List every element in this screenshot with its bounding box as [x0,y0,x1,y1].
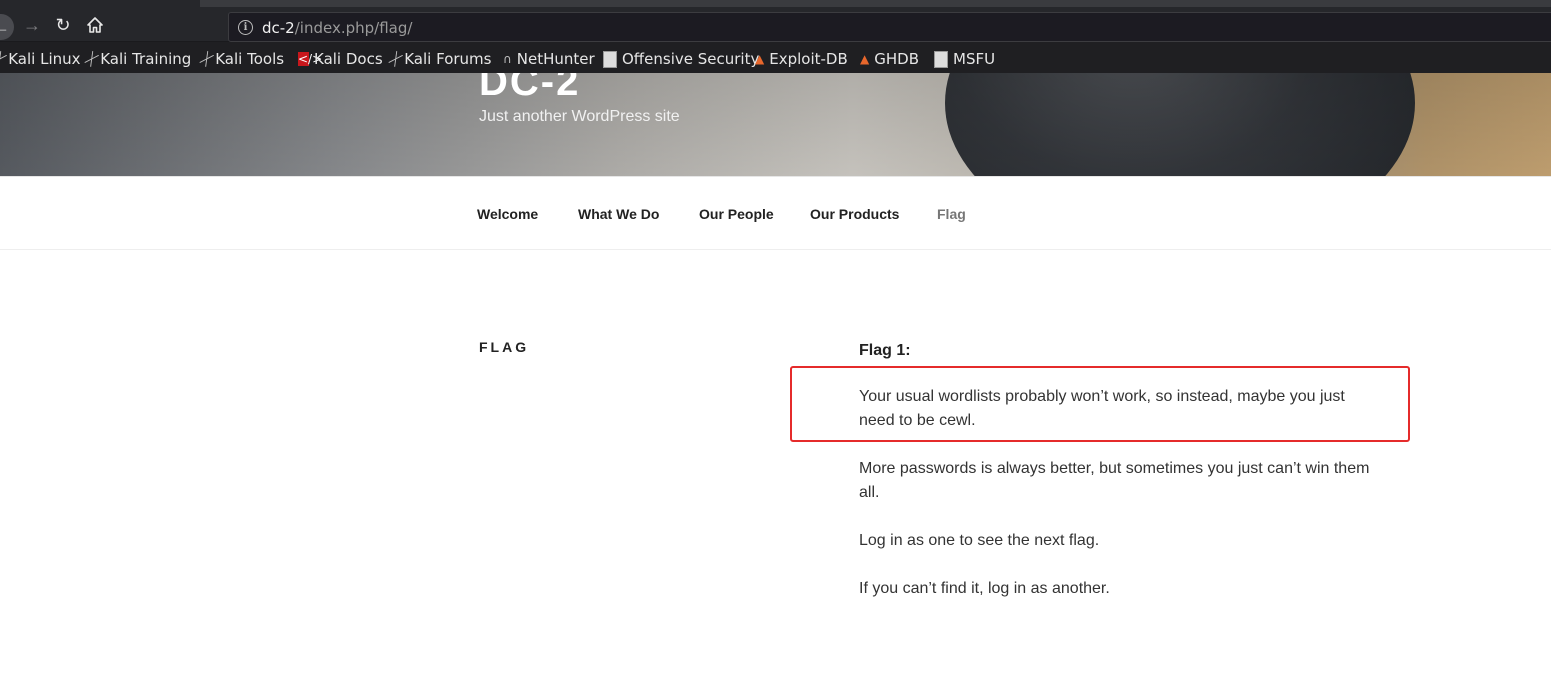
url-text[interactable]: dc-2/index.php/flag/ [262,19,412,37]
bookmark-msfu[interactable]: MSFU [934,50,995,68]
home-button[interactable] [83,13,107,37]
kali-dragon-icon: ╳ [0,51,7,67]
bookmarks-toolbar: ╳ Kali Linux ╳ Kali Training ╳ Kali Tools <… [0,42,1551,73]
kali-docs-icon: </> [298,52,323,66]
kali-dragon-icon: ╳ [199,51,214,67]
arrow-right-icon: → [23,14,41,35]
reload-icon: ↻ [55,14,71,35]
site-header-image: DC-2 Just another WordPress site [0,73,1551,176]
content-paragraph: If you can’t find it, log in as another. [859,580,1110,597]
info-icon[interactable]: i [238,20,253,35]
bookmark-kali-linux[interactable]: ╳ Kali Linux [0,50,81,68]
nav-item-our-products[interactable]: Our Products [810,206,899,222]
main-navigation: Welcome What We Do Our People Our Produc… [0,176,1551,250]
offsec-icon [603,50,617,68]
content-paragraph: Log in as one to see the next flag. [859,532,1100,549]
bookmark-kali-tools[interactable]: ╳ Kali Tools [199,50,284,68]
bookmark-kali-training[interactable]: ╳ Kali Training [84,50,192,68]
page-title: FLAG [479,339,530,355]
bookmark-offensive-security[interactable]: Offensive Security [603,50,759,68]
content-paragraph: Your usual wordlists probably won’t work… [859,388,1345,429]
home-icon [87,17,103,33]
url-path: /index.php/flag/ [294,19,413,37]
url-host: dc-2 [262,19,295,37]
exploit-db-icon: ▲ [755,52,765,66]
bookmark-kali-forums[interactable]: ╳ Kali Forums [388,50,492,68]
nav-item-flag[interactable]: Flag [937,206,966,222]
exploit-db-icon: ▲ [860,52,870,66]
browser-toolbar: ← → ↻ i dc-2/index.php/flag/ [0,0,1551,42]
kali-dragon-icon: ╳ [84,51,99,67]
kali-dragon-icon: ╳ [388,51,403,67]
flag-label: Flag 1: [859,342,911,359]
content-paragraph: More passwords is always better, but som… [859,460,1370,501]
nav-item-welcome[interactable]: Welcome [477,206,538,222]
tab-strip [200,0,1551,7]
bookmark-exploit-db[interactable]: ▲ Exploit-DB [755,50,848,68]
nav-item-what-we-do[interactable]: What We Do [578,206,659,222]
bookmark-kali-docs[interactable]: </> Kali Docs [298,50,383,68]
arrow-left-icon: ← [0,16,10,37]
site-tagline: Just another WordPress site [479,108,680,125]
reload-button[interactable]: ↻ [51,13,75,37]
forward-button[interactable]: → [20,13,44,37]
nav-item-our-people[interactable]: Our People [699,206,774,222]
offsec-icon [934,50,948,68]
nethunter-icon: ∩ [503,52,512,66]
bookmark-nethunter[interactable]: ∩ NetHunter [503,50,595,68]
bookmark-ghdb[interactable]: ▲ GHDB [860,50,919,68]
url-bar[interactable]: i dc-2/index.php/flag/ [228,12,1551,42]
site-title[interactable]: DC-2 [479,73,580,105]
back-button[interactable]: ← [0,14,14,40]
